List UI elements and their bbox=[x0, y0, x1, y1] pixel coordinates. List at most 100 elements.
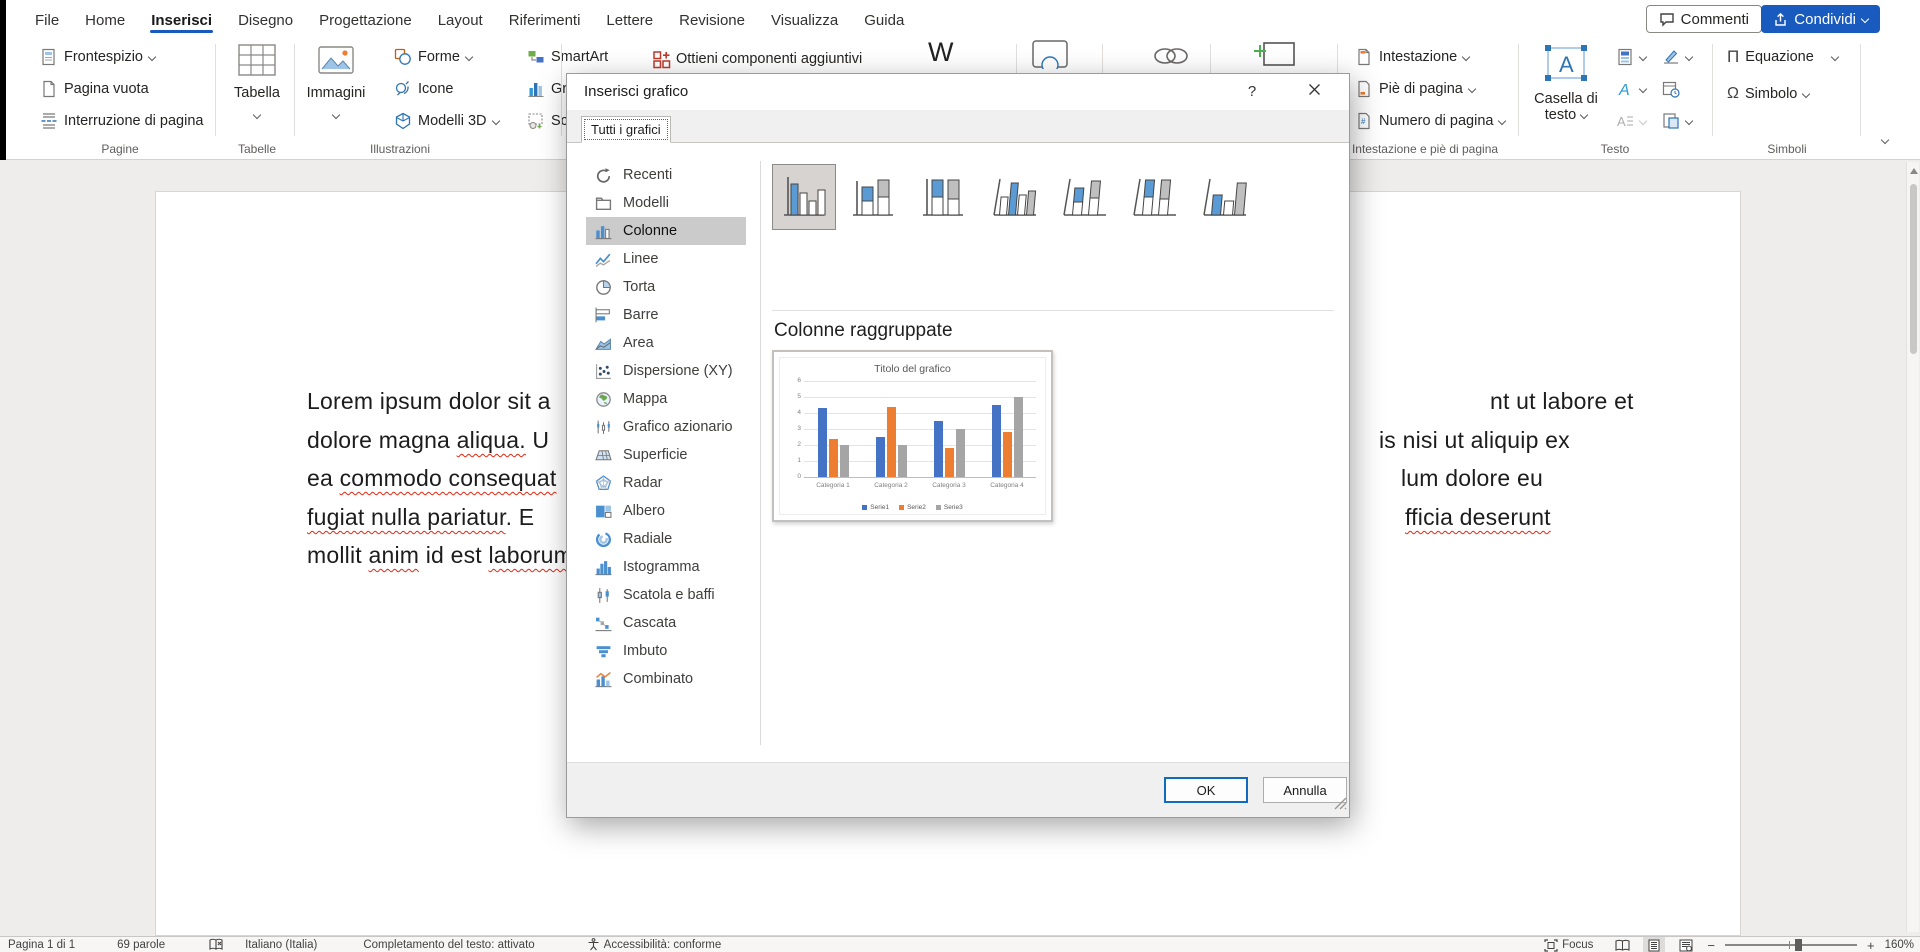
text-box-button[interactable]: A Casella di testo bbox=[1528, 43, 1604, 123]
shapes-button[interactable]: Forme bbox=[394, 45, 472, 69]
thumbnail-clustered-column[interactable] bbox=[772, 164, 836, 230]
chart-type-dispersione[interactable]: Dispersione (XY) bbox=[586, 357, 746, 385]
menu-tab-visualizza[interactable]: Visualizza bbox=[758, 3, 851, 35]
collapse-ribbon-button[interactable] bbox=[1882, 130, 1888, 148]
blank-page-button[interactable]: Pagina vuota bbox=[40, 77, 149, 101]
document-text-line[interactable]: lum dolore eu bbox=[1401, 465, 1543, 492]
chart-type-istogramma[interactable]: Istogramma bbox=[586, 553, 746, 581]
wikipedia-button[interactable]: W bbox=[928, 40, 953, 64]
accessibility-indicator[interactable]: Accessibilità: conforme bbox=[579, 937, 730, 952]
thumbnail-3d-column[interactable] bbox=[1192, 164, 1256, 230]
dialog-help-button[interactable]: ? bbox=[1235, 78, 1269, 105]
chart-type-torta[interactable]: Torta bbox=[586, 273, 746, 301]
menu-tab-file[interactable]: File bbox=[22, 3, 72, 35]
wordart-button[interactable]: A bbox=[1616, 77, 1646, 101]
chart-preview[interactable]: Titolo del grafico 0123456Categoria 1Cat… bbox=[772, 350, 1053, 522]
chart-type-combinato[interactable]: Combinato bbox=[586, 665, 746, 693]
chart-type-scatola-baffi[interactable]: Scatola e baffi bbox=[586, 581, 746, 609]
scroll-up-arrow[interactable] bbox=[1910, 168, 1918, 174]
chart-type-area[interactable]: Area bbox=[586, 329, 746, 357]
chart-type-mappa[interactable]: Mappa bbox=[586, 385, 746, 413]
signature-line-button[interactable] bbox=[1662, 45, 1692, 69]
chart-type-colonne[interactable]: Colonne bbox=[586, 217, 746, 245]
comments-button[interactable]: Commenti bbox=[1646, 5, 1762, 33]
header-button[interactable]: Intestazione bbox=[1355, 45, 1469, 69]
proofing-status[interactable] bbox=[201, 937, 231, 952]
vertical-scrollbar[interactable] bbox=[1906, 162, 1919, 932]
menu-tab-disegno[interactable]: Disegno bbox=[225, 3, 306, 35]
chart-type-radar[interactable]: Radar bbox=[586, 469, 746, 497]
smartart-button[interactable]: SmartArt bbox=[527, 45, 608, 69]
thumbnail-stacked-column[interactable] bbox=[841, 164, 905, 230]
models-3d-button[interactable]: Modelli 3D bbox=[394, 109, 499, 133]
link-button[interactable] bbox=[1150, 46, 1192, 70]
print-layout-button[interactable] bbox=[1643, 937, 1665, 952]
document-text-line[interactable]: fficia deserunt bbox=[1405, 504, 1551, 531]
object-button[interactable] bbox=[1662, 109, 1692, 133]
symbol-button[interactable]: Ω Simbolo bbox=[1727, 82, 1809, 106]
menu-tab-progettazione[interactable]: Progettazione bbox=[306, 3, 425, 35]
document-text-line[interactable]: nt ut labore et bbox=[1490, 388, 1634, 415]
share-button[interactable]: Condividi bbox=[1761, 5, 1880, 33]
menu-tab-revisione[interactable]: Revisione bbox=[666, 3, 758, 35]
ok-button[interactable]: OK bbox=[1164, 777, 1248, 803]
equation-button[interactable]: Π Equazione bbox=[1727, 45, 1838, 69]
cover-page-button[interactable]: Frontespizio bbox=[40, 45, 155, 69]
chart-type-recenti[interactable]: Recenti bbox=[586, 161, 746, 189]
tab-tutti-i-grafici[interactable]: Tutti i grafici bbox=[581, 116, 671, 143]
get-addins-button[interactable]: Ottieni componenti aggiuntivi bbox=[652, 47, 862, 71]
thumbnail-100-stacked-column[interactable] bbox=[911, 164, 975, 230]
dialog-close-button[interactable] bbox=[1297, 78, 1331, 105]
zoom-level[interactable]: 160% bbox=[1885, 939, 1914, 951]
word-count[interactable]: 69 parole bbox=[109, 937, 173, 952]
chart-type-superficie[interactable]: Superficie bbox=[586, 441, 746, 469]
chart-type-barre[interactable]: Barre bbox=[586, 301, 746, 329]
date-time-button[interactable] bbox=[1662, 77, 1680, 101]
drop-cap-button[interactable]: A bbox=[1616, 109, 1646, 133]
focus-mode-button[interactable]: Focus bbox=[1536, 937, 1601, 952]
text-completion-indicator[interactable]: Completamento del testo: attivato bbox=[355, 937, 542, 952]
new-comment-button[interactable] bbox=[1252, 44, 1298, 68]
chart-type-azionario[interactable]: Grafico azionario bbox=[586, 413, 746, 441]
thumbnail-3d-100-stacked-column[interactable] bbox=[1122, 164, 1186, 230]
menu-tab-layout[interactable]: Layout bbox=[425, 3, 496, 35]
dialog-titlebar[interactable]: Inserisci grafico ? bbox=[567, 74, 1349, 110]
quick-parts-button[interactable] bbox=[1616, 45, 1646, 69]
chart-type-radiale[interactable]: Radiale bbox=[586, 525, 746, 553]
page-break-button[interactable]: Interruzione di pagina bbox=[40, 109, 203, 133]
document-text-line[interactable]: ea commodo consequat bbox=[307, 465, 557, 492]
menu-tab-inserisci[interactable]: Inserisci bbox=[138, 3, 225, 35]
menu-tab-riferimenti[interactable]: Riferimenti bbox=[496, 3, 594, 35]
chart-type-imbuto[interactable]: Imbuto bbox=[586, 637, 746, 665]
resize-grip-icon[interactable] bbox=[1334, 797, 1347, 815]
zoom-slider-thumb[interactable] bbox=[1795, 939, 1802, 951]
menu-tab-lettere[interactable]: Lettere bbox=[593, 3, 666, 35]
web-layout-button[interactable] bbox=[1675, 937, 1697, 952]
document-text-line[interactable]: is nisi ut aliquip ex bbox=[1379, 427, 1570, 454]
chart-type-cascata[interactable]: Cascata bbox=[586, 609, 746, 637]
pictures-button[interactable]: Immagini bbox=[303, 43, 369, 122]
page-number-button[interactable]: # Numero di pagina bbox=[1355, 109, 1505, 133]
document-text-line[interactable]: fugiat nulla pariatur. E bbox=[307, 504, 534, 531]
online-video-button[interactable] bbox=[1030, 44, 1070, 68]
zoom-slider[interactable] bbox=[1725, 944, 1857, 946]
menu-tab-guida[interactable]: Guida bbox=[851, 3, 917, 35]
zoom-in-button[interactable]: + bbox=[1867, 938, 1875, 952]
chart-type-linee[interactable]: Linee bbox=[586, 245, 746, 273]
table-button[interactable]: Tabella bbox=[224, 43, 290, 122]
menu-tab-home[interactable]: Home bbox=[72, 3, 138, 35]
read-mode-button[interactable] bbox=[1611, 937, 1633, 952]
document-text-line[interactable]: Lorem ipsum dolor sit a bbox=[307, 388, 551, 415]
page-indicator[interactable]: Pagina 1 di 1 bbox=[0, 937, 83, 952]
chart-type-albero[interactable]: Albero bbox=[586, 497, 746, 525]
document-text-line[interactable]: mollit anim id est laborum bbox=[307, 542, 573, 569]
chart-type-modelli[interactable]: Modelli bbox=[586, 189, 746, 217]
language-indicator[interactable]: Italiano (Italia) bbox=[237, 937, 325, 952]
thumbnail-3d-clustered-column[interactable] bbox=[982, 164, 1046, 230]
footer-button[interactable]: Piè di pagina bbox=[1355, 77, 1475, 101]
document-text-line[interactable]: dolore magna aliqua. U bbox=[307, 427, 549, 454]
zoom-out-button[interactable]: − bbox=[1707, 938, 1715, 952]
thumbnail-3d-stacked-column[interactable] bbox=[1052, 164, 1116, 230]
icons-button[interactable]: Icone bbox=[394, 77, 453, 101]
scrollbar-thumb[interactable] bbox=[1910, 184, 1917, 354]
